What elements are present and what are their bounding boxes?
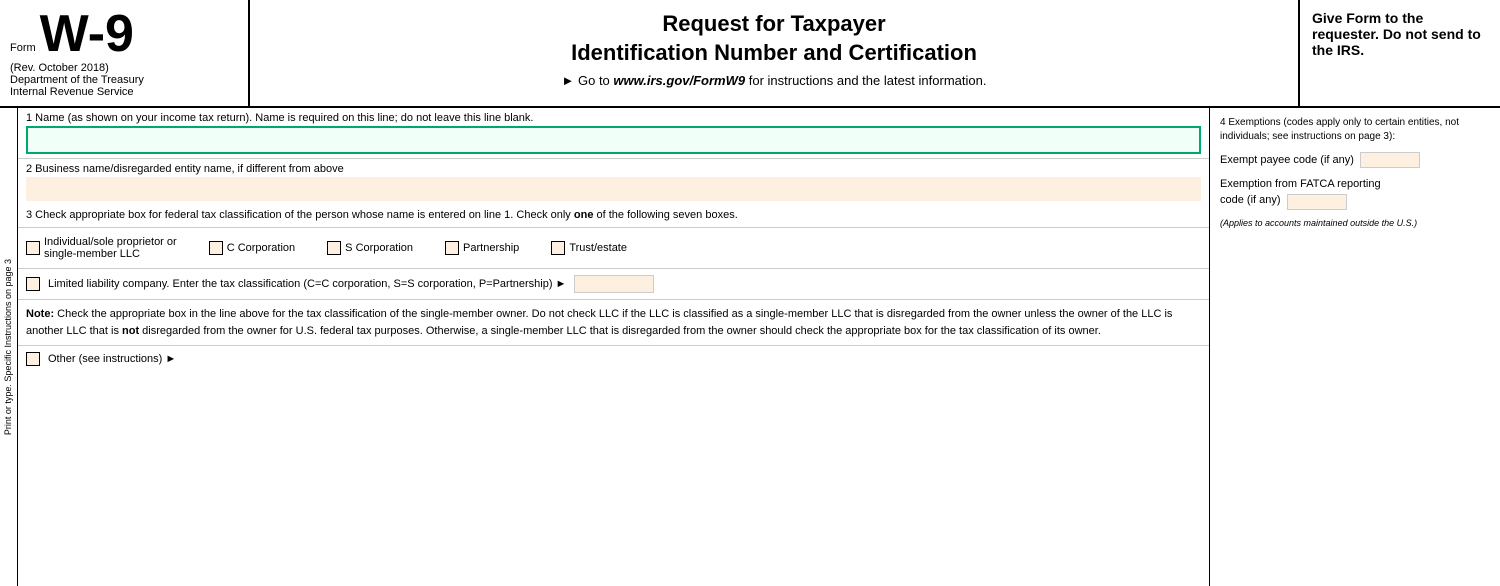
section3-header: 3 Check appropriate box for federal tax … — [18, 203, 1209, 228]
checkbox-trust[interactable]: Trust/estate — [551, 241, 627, 255]
checkbox-partnership-box[interactable] — [445, 241, 459, 255]
form-body: Print or type. Specific Instructions on … — [0, 108, 1500, 586]
checkbox-s-corp-label: S Corporation — [345, 242, 413, 254]
checkbox-s-corp-box[interactable] — [327, 241, 341, 255]
note-bold: Note: — [26, 308, 54, 320]
other-label: Other (see instructions) ► — [48, 353, 176, 365]
checkbox-individual-label: Individual/sole proprietor or single-mem… — [44, 236, 177, 260]
form-dept1: Department of the Treasury — [10, 74, 238, 86]
field2-input[interactable] — [26, 177, 1201, 201]
form-left-header: Form W-9 (Rev. October 2018) Department … — [0, 0, 250, 106]
form-center-header: Request for Taxpayer Identification Numb… — [250, 0, 1300, 106]
checkbox-c-corp[interactable]: C Corporation — [209, 241, 295, 255]
checkbox-c-corp-label: C Corporation — [227, 242, 295, 254]
llc-input[interactable] — [574, 275, 654, 293]
field1-label: 1 Name (as shown on your income tax retu… — [26, 112, 1201, 124]
checkbox-partnership[interactable]: Partnership — [445, 241, 519, 255]
field1-input[interactable] — [26, 126, 1201, 154]
side-label-text: Print or type. Specific Instructions on … — [3, 259, 14, 435]
form-header: Form W-9 (Rev. October 2018) Department … — [0, 0, 1500, 108]
note-row: Note: Check the appropriate box in the l… — [18, 300, 1209, 346]
checkboxes-row: Individual/sole proprietor or single-mem… — [18, 228, 1209, 269]
applies-note: (Applies to accounts maintained outside … — [1220, 218, 1490, 228]
fatca-field-row: code (if any) — [1220, 194, 1490, 210]
other-row: Other (see instructions) ► — [18, 346, 1209, 372]
fatca-code-label: code (if any) — [1220, 194, 1281, 206]
field2-row: 2 Business name/disregarded entity name,… — [18, 159, 1209, 203]
field1-row: 1 Name (as shown on your income tax retu… — [18, 108, 1209, 159]
w9-form: Form W-9 (Rev. October 2018) Department … — [0, 0, 1500, 586]
llc-row: Limited liability company. Enter the tax… — [18, 269, 1209, 300]
main-form-content: 1 Name (as shown on your income tax retu… — [18, 108, 1210, 586]
form-number: W-9 — [40, 8, 134, 60]
checkbox-individual-box[interactable] — [26, 241, 40, 255]
checkbox-partnership-label: Partnership — [463, 242, 519, 254]
field2-label: 2 Business name/disregarded entity name,… — [26, 163, 1201, 175]
exempt-payee-label: Exempt payee code (if any) — [1220, 154, 1354, 166]
note-text2: disregarded from the owner for U.S. fede… — [139, 325, 1101, 337]
form-rev: (Rev. October 2018) — [10, 62, 238, 74]
exempt-payee-row: Exempt payee code (if any) — [1220, 152, 1490, 168]
checkbox-individual[interactable]: Individual/sole proprietor or single-mem… — [26, 236, 177, 260]
fatca-code-input[interactable] — [1287, 194, 1347, 210]
form-goto: ► Go to www.irs.gov/FormW9 for instructi… — [270, 73, 1278, 88]
form-label: Form — [10, 42, 36, 54]
fatca-label: Exemption from FATCA reporting — [1220, 178, 1490, 190]
checkbox-trust-box[interactable] — [551, 241, 565, 255]
checkbox-other-box[interactable] — [26, 352, 40, 366]
llc-text: Limited liability company. Enter the tax… — [48, 278, 566, 290]
right-panel: 4 Exemptions (codes apply only to certai… — [1210, 108, 1500, 586]
form-title: Request for Taxpayer Identification Numb… — [270, 10, 1278, 67]
checkbox-trust-label: Trust/estate — [569, 242, 627, 254]
form-dept2: Internal Revenue Service — [10, 86, 238, 98]
exempt-payee-input[interactable] — [1360, 152, 1420, 168]
section4-title: 4 Exemptions (codes apply only to certai… — [1220, 116, 1490, 144]
form-right-header: Give Form to the requester. Do not send … — [1300, 0, 1500, 106]
checkbox-c-corp-box[interactable] — [209, 241, 223, 255]
checkbox-s-corp[interactable]: S Corporation — [327, 241, 413, 255]
checkbox-llc-box[interactable] — [26, 277, 40, 291]
note-not-bold: not — [122, 325, 139, 337]
side-label-container: Print or type. Specific Instructions on … — [0, 108, 18, 586]
